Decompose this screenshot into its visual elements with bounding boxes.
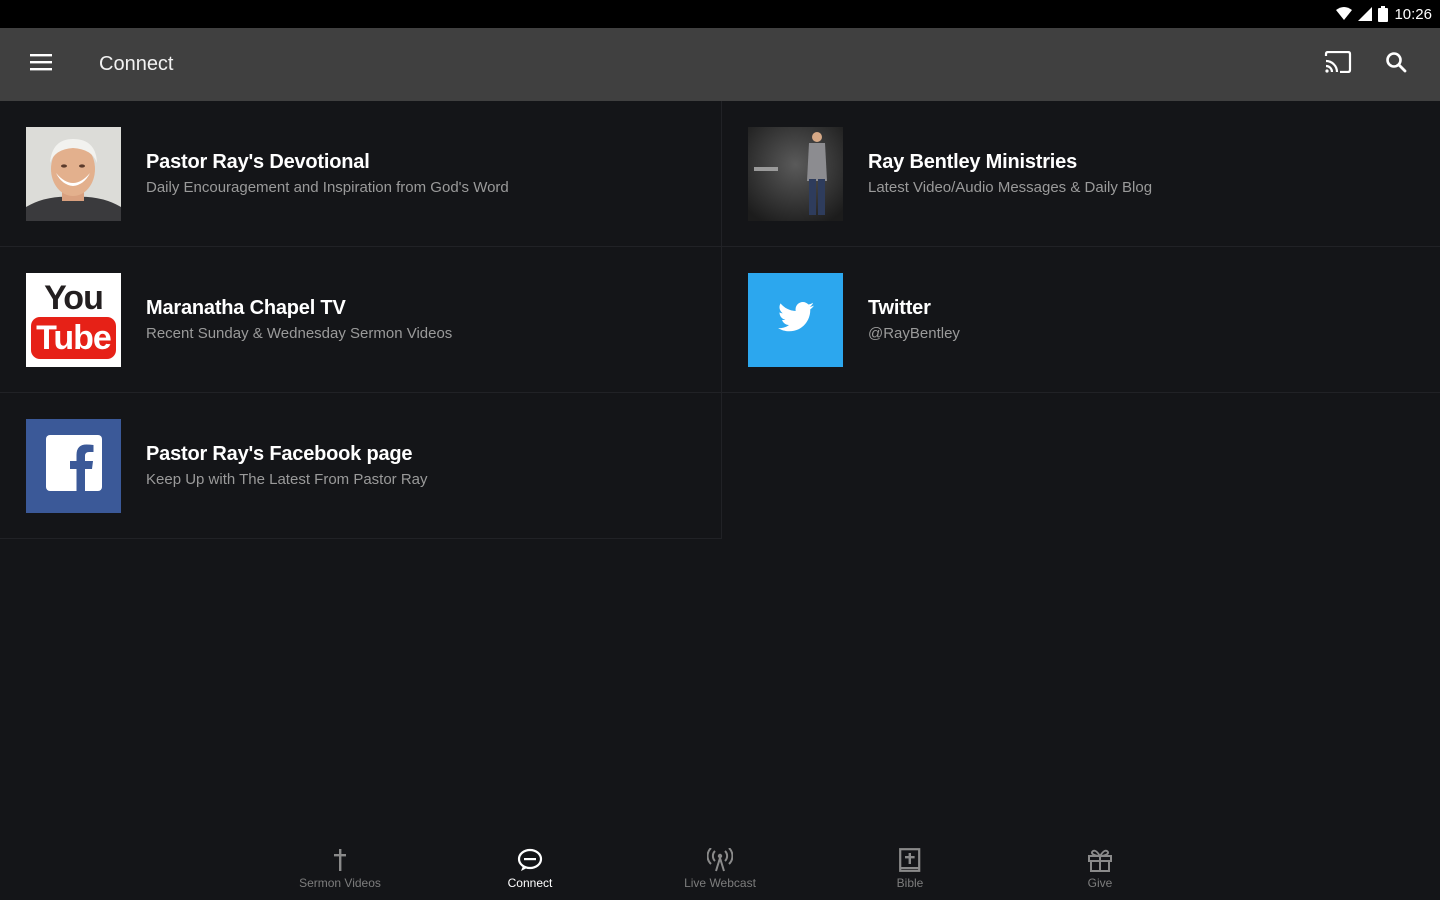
card-maranatha-chapel-tv[interactable]: You Tube Maranatha Chapel TV Recent Sund… bbox=[0, 247, 722, 393]
connect-grid: Pastor Ray's Devotional Daily Encouragem… bbox=[0, 101, 1440, 539]
facebook-logo bbox=[26, 418, 121, 513]
card-title: Maranatha Chapel TV bbox=[146, 297, 346, 319]
status-bar: 10:26 bbox=[0, 0, 1440, 28]
cross-icon bbox=[333, 846, 347, 874]
nav-label: Sermon Videos bbox=[299, 876, 381, 890]
card-title: Twitter bbox=[868, 297, 931, 319]
card-subtitle: Keep Up with The Latest From Pastor Ray bbox=[146, 471, 428, 488]
card-subtitle: Daily Encouragement and Inspiration from… bbox=[146, 179, 509, 196]
gift-icon bbox=[1087, 846, 1113, 874]
empty-grid-cell bbox=[722, 393, 1440, 539]
nav-bible[interactable]: Bible bbox=[815, 840, 1005, 900]
facebook-f-icon bbox=[45, 434, 103, 497]
cell-signal-icon bbox=[1358, 7, 1373, 21]
twitter-logo bbox=[748, 272, 843, 367]
card-title: Pastor Ray's Facebook page bbox=[146, 443, 413, 465]
nav-sermon-videos[interactable]: Sermon Videos bbox=[245, 840, 435, 900]
broadcast-icon bbox=[707, 846, 733, 874]
page-title: Connect bbox=[99, 53, 174, 75]
twitter-bird-icon bbox=[777, 302, 814, 337]
youtube-logo-you-text: You bbox=[44, 278, 104, 317]
nav-give[interactable]: Give bbox=[1005, 840, 1195, 900]
card-pastor-ray-facebook[interactable]: Pastor Ray's Facebook page Keep Up with … bbox=[0, 393, 722, 539]
youtube-logo-tube-text: Tube bbox=[31, 316, 116, 359]
ray-bentley-standing-image bbox=[748, 126, 843, 221]
bottom-navigation: Sermon Videos Connect Live Webcast Bible bbox=[0, 840, 1440, 900]
card-subtitle: Recent Sunday & Wednesday Sermon Videos bbox=[146, 325, 453, 342]
nav-label: Give bbox=[1087, 876, 1113, 890]
card-title: Ray Bentley Ministries bbox=[868, 151, 1078, 173]
card-subtitle: Latest Video/Audio Messages & Daily Blog bbox=[868, 179, 1153, 196]
card-title: Pastor Ray's Devotional bbox=[146, 151, 370, 173]
cast-button[interactable] bbox=[1320, 47, 1356, 83]
wifi-icon bbox=[1336, 7, 1353, 21]
search-icon bbox=[1385, 51, 1407, 78]
menu-button[interactable] bbox=[0, 28, 82, 101]
hamburger-menu-icon bbox=[30, 53, 52, 76]
card-pastor-ray-devotional[interactable]: Pastor Ray's Devotional Daily Encouragem… bbox=[0, 101, 722, 247]
bible-icon bbox=[899, 846, 921, 874]
nav-label: Live Webcast bbox=[684, 876, 756, 890]
pastor-ray-portrait-image bbox=[26, 126, 121, 221]
search-button[interactable] bbox=[1378, 47, 1414, 83]
status-time: 10:26 bbox=[1394, 5, 1432, 23]
nav-label: Bible bbox=[896, 876, 924, 890]
nav-label: Connect bbox=[507, 876, 553, 890]
card-subtitle: @RayBentley bbox=[868, 325, 960, 342]
card-ray-bentley-ministries[interactable]: Ray Bentley Ministries Latest Video/Audi… bbox=[722, 101, 1440, 247]
nav-live-webcast[interactable]: Live Webcast bbox=[625, 840, 815, 900]
card-twitter[interactable]: Twitter @RayBentley bbox=[722, 247, 1440, 393]
nav-connect[interactable]: Connect bbox=[435, 840, 625, 900]
chat-bubble-icon bbox=[517, 846, 543, 874]
app-bar: Connect bbox=[0, 28, 1440, 101]
youtube-logo: You Tube bbox=[26, 272, 121, 367]
cast-icon bbox=[1324, 50, 1352, 78]
battery-icon bbox=[1378, 6, 1389, 22]
